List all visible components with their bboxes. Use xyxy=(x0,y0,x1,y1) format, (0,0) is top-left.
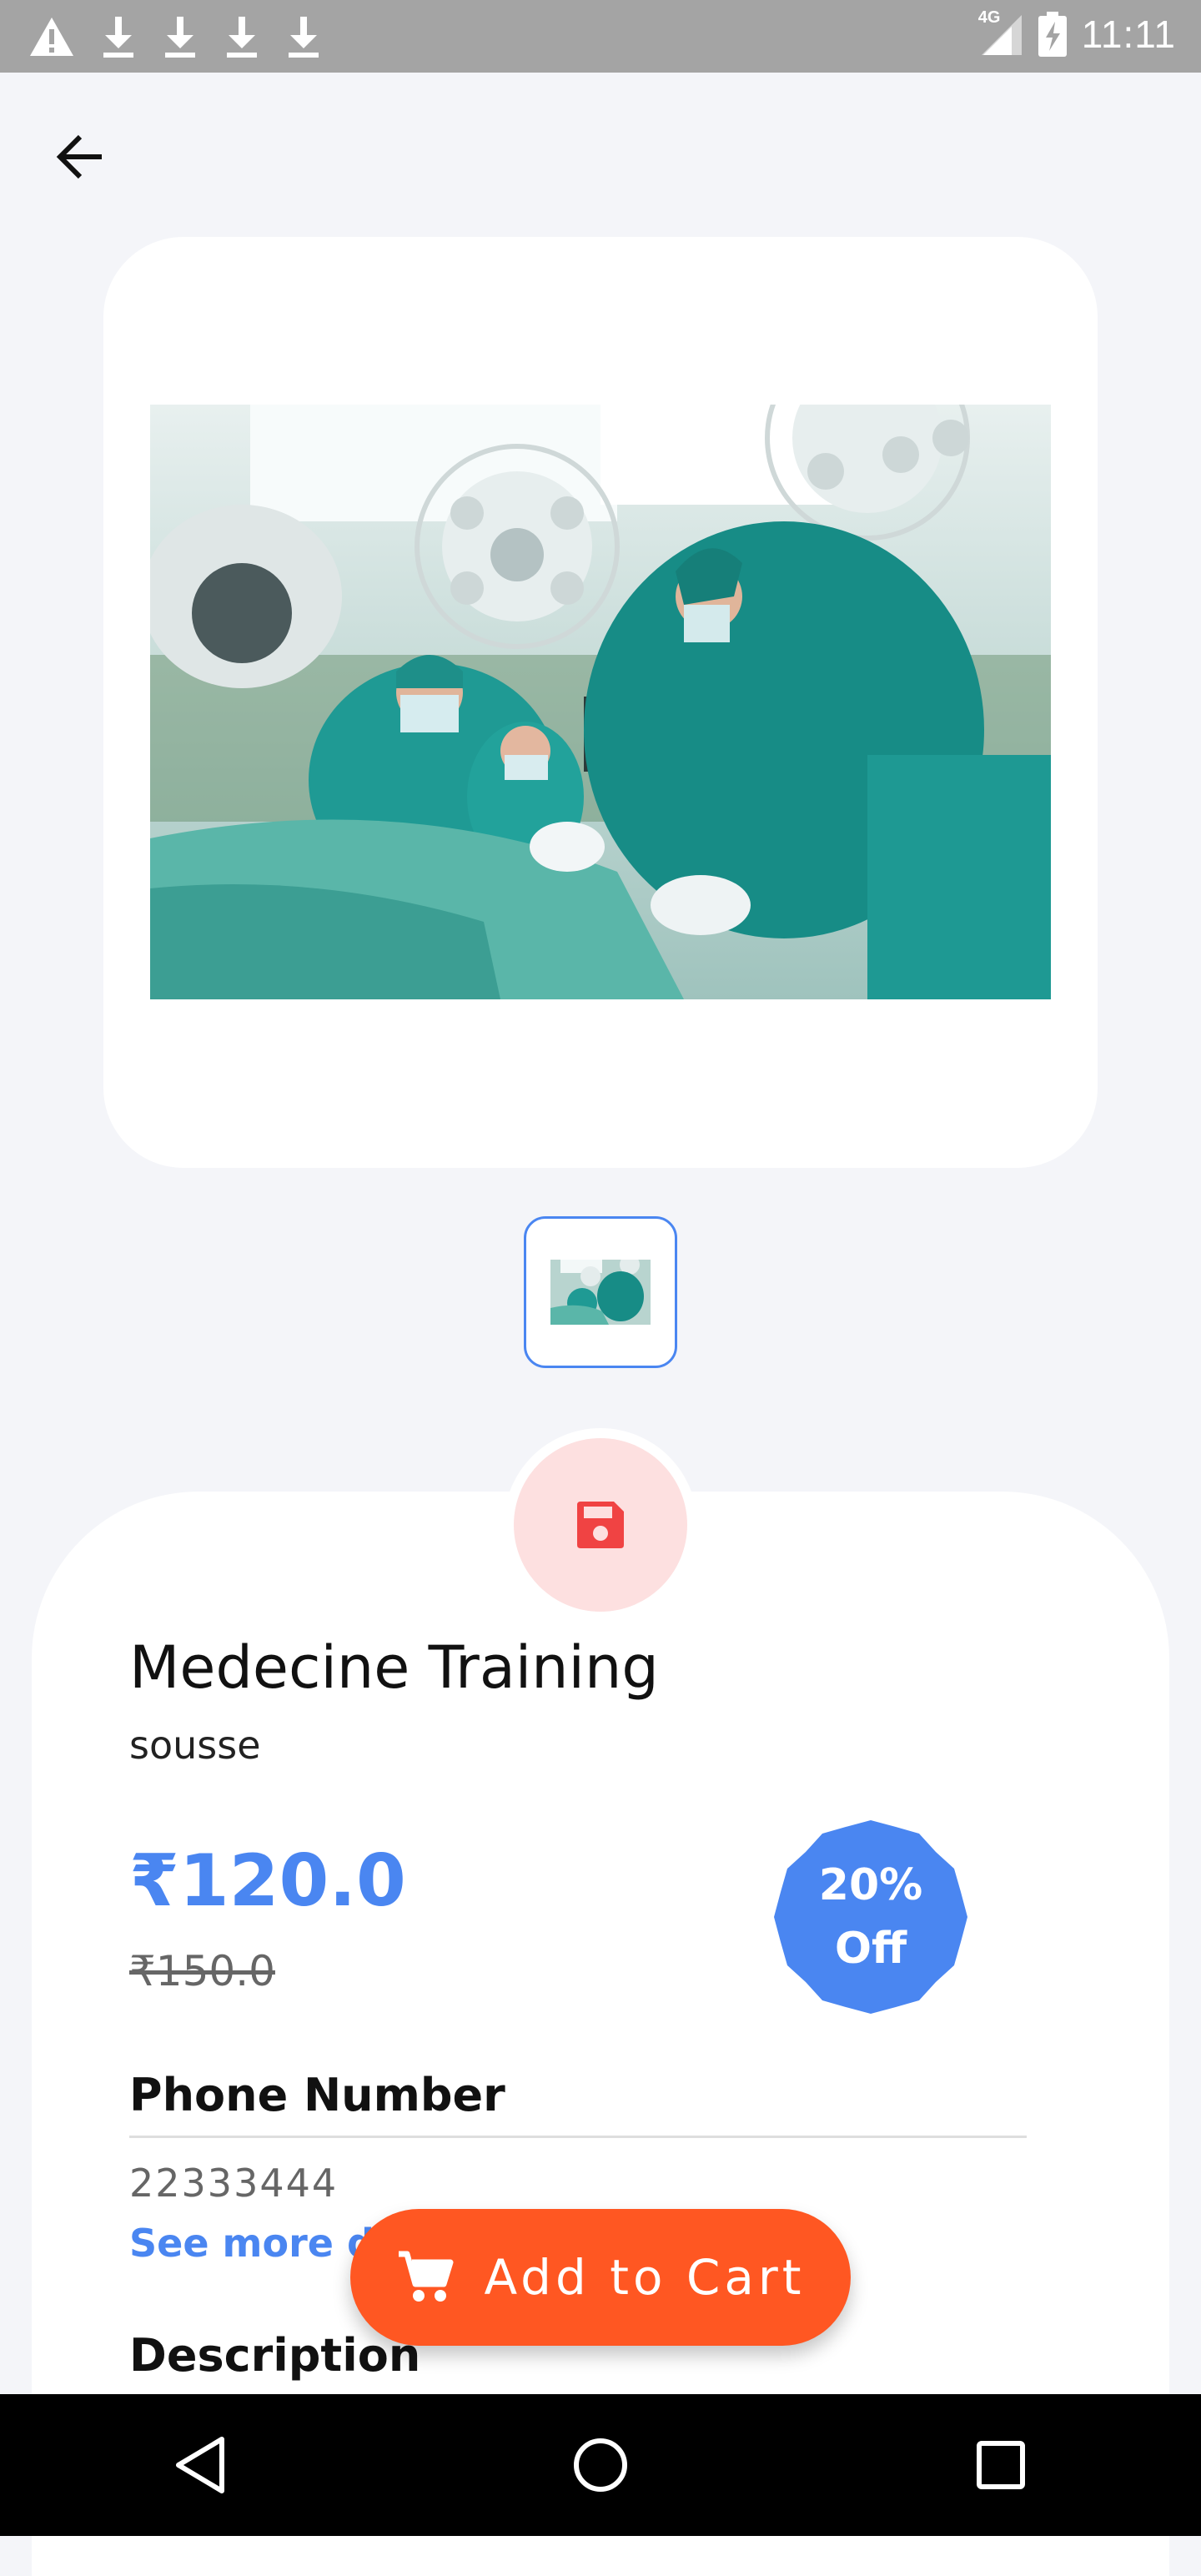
see-more-link[interactable]: See more d xyxy=(129,2221,374,2266)
download-icon xyxy=(289,17,319,58)
discount-off-label: Off xyxy=(834,1924,907,1974)
save-icon xyxy=(577,1502,624,1548)
thumbnail-image xyxy=(550,1260,651,1325)
divider xyxy=(129,2136,1027,2138)
signal-icon: 4G xyxy=(978,8,1023,57)
product-original-price: ₹150.0 xyxy=(129,1947,275,1995)
status-bar: 4G 11:11 xyxy=(0,0,1201,73)
back-icon xyxy=(176,2437,224,2493)
system-nav-bar xyxy=(0,2394,1201,2536)
add-to-cart-label: Add to Cart xyxy=(484,2249,806,2306)
product-price: ₹120.0 xyxy=(129,1839,406,1923)
thumbnail-selected[interactable] xyxy=(524,1216,677,1368)
status-indicators: 4G 11:11 xyxy=(978,8,1176,57)
cart-icon xyxy=(399,2251,454,2302)
product-image-card xyxy=(103,237,1098,1168)
discount-percent: 20% xyxy=(818,1860,923,1910)
discount-badge: 20% Off xyxy=(774,1820,967,2014)
battery-icon xyxy=(1038,12,1067,57)
description-label: Description xyxy=(129,2329,421,2382)
product-title: Medecine Training xyxy=(129,1633,659,1702)
phone-number-value: 22333444 xyxy=(129,2161,339,2206)
nav-recents-button[interactable] xyxy=(959,2423,1043,2507)
recents-icon xyxy=(977,2441,1025,2489)
notification-icons xyxy=(28,15,322,58)
warning-icon xyxy=(30,18,73,56)
product-image[interactable] xyxy=(150,405,1051,999)
phone-number-label: Phone Number xyxy=(129,2069,505,2121)
download-icon xyxy=(165,17,195,58)
arrow-left-icon xyxy=(56,134,102,179)
product-location: sousse xyxy=(129,1723,261,1768)
add-to-cart-button[interactable]: Add to Cart xyxy=(350,2209,851,2346)
download-icon xyxy=(103,17,133,58)
clock: 11:11 xyxy=(1081,13,1176,56)
home-icon xyxy=(574,2438,627,2492)
nav-back-button[interactable] xyxy=(158,2423,242,2507)
back-button[interactable] xyxy=(47,123,113,190)
save-button[interactable] xyxy=(514,1438,687,1612)
download-icon xyxy=(227,17,257,58)
nav-home-button[interactable] xyxy=(559,2423,642,2507)
